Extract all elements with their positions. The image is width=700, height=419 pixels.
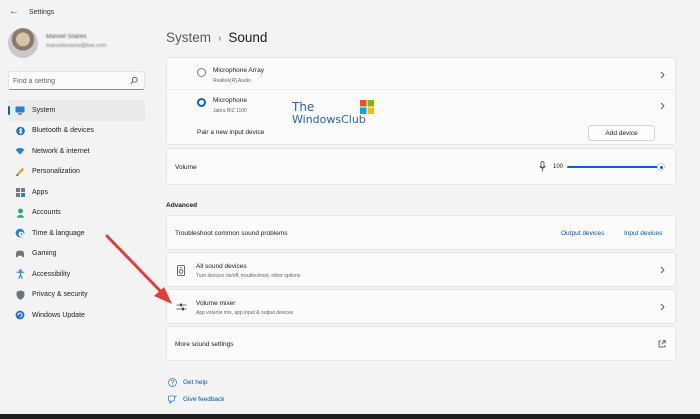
sidebar-item-label: Gaming bbox=[32, 250, 57, 258]
shield-icon bbox=[15, 290, 25, 300]
sidebar-item-time-language[interactable]: Time & language bbox=[8, 223, 145, 244]
row-title: More sound settings bbox=[175, 341, 234, 348]
chevron-right-icon bbox=[660, 102, 665, 110]
brush-icon bbox=[15, 167, 25, 177]
sidebar-item-label: Accounts bbox=[32, 209, 61, 217]
profile-email: manoelsoares@live.com bbox=[46, 43, 107, 49]
device-name: Microphone Array bbox=[213, 67, 264, 74]
troubleshoot-label: Troubleshoot common sound problems bbox=[175, 230, 288, 237]
more-sound-settings-row[interactable]: More sound settings bbox=[166, 326, 676, 361]
input-devices-card: Microphone Array Realtek(R) Audio Microp… bbox=[166, 57, 676, 145]
bluetooth-icon bbox=[15, 126, 25, 136]
external-link-icon bbox=[658, 340, 666, 348]
wifi-icon bbox=[15, 146, 25, 156]
back-arrow-icon[interactable]: ← bbox=[9, 6, 19, 17]
monitor-icon bbox=[15, 105, 25, 115]
radio-microphone[interactable] bbox=[197, 98, 206, 107]
sidebar-item-label: Accessibility bbox=[32, 270, 71, 278]
volume-label: Volume bbox=[175, 164, 197, 171]
breadcrumb-system[interactable]: System bbox=[166, 30, 211, 45]
input-device-row[interactable]: Microphone Jabra BIZ 1100 bbox=[167, 90, 675, 120]
output-devices-link[interactable]: Output devices bbox=[561, 230, 604, 237]
user-profile[interactable]: Manoel Soares manoelsoares@live.com bbox=[8, 25, 148, 61]
breadcrumb-current: Sound bbox=[228, 30, 268, 45]
sidebar-item-apps[interactable]: Apps bbox=[8, 182, 145, 203]
sidebar-item-accounts[interactable]: Accounts bbox=[8, 203, 145, 224]
device-name: Microphone bbox=[213, 97, 247, 104]
microphone-icon[interactable] bbox=[539, 161, 546, 172]
gamepad-icon bbox=[15, 249, 25, 259]
mixer-icon bbox=[176, 303, 187, 311]
taskbar-edge bbox=[0, 414, 700, 419]
volume-mixer-row[interactable]: Volume mixer App volume mix, app input &… bbox=[166, 289, 676, 324]
sidebar-item-gaming[interactable]: Gaming bbox=[8, 244, 145, 265]
globe-clock-icon bbox=[15, 228, 25, 238]
get-help-label: Get help bbox=[183, 379, 208, 386]
sidebar-item-network[interactable]: Network & internet bbox=[8, 141, 145, 162]
input-device-row[interactable]: Microphone Array Realtek(R) Audio bbox=[167, 58, 675, 89]
feedback-icon bbox=[168, 395, 177, 404]
sidebar-item-label: Bluetooth & devices bbox=[32, 127, 94, 135]
pair-device-label: Pair a new input device bbox=[197, 129, 265, 136]
windows-logo-icon bbox=[360, 100, 374, 114]
sidebar-item-label: Personalization bbox=[32, 168, 80, 176]
volume-card: Volume 100 bbox=[166, 148, 676, 185]
sidebar-item-label: Windows Update bbox=[32, 311, 85, 319]
sidebar-item-windows-update[interactable]: Windows Update bbox=[8, 305, 145, 326]
slider-thumb[interactable] bbox=[657, 163, 665, 171]
sidebar-nav: System Bluetooth & devices Network & int… bbox=[8, 100, 145, 326]
avatar bbox=[8, 28, 38, 58]
sidebar-item-label: Apps bbox=[32, 188, 48, 196]
add-device-button[interactable]: Add device bbox=[588, 125, 655, 141]
input-devices-link[interactable]: Input devices bbox=[624, 230, 662, 237]
get-help-link[interactable]: Get help bbox=[168, 378, 208, 387]
title-bar: ← Settings bbox=[0, 0, 700, 26]
section-heading: Advanced bbox=[166, 202, 198, 209]
watermark-line1: The bbox=[292, 100, 315, 114]
device-subtitle: Realtek(R) Audio bbox=[213, 78, 251, 84]
all-sound-devices-row[interactable]: All sound devices Turn devices on/off, t… bbox=[166, 252, 676, 287]
breadcrumb-separator-icon: › bbox=[218, 33, 222, 44]
row-title: All sound devices bbox=[196, 263, 247, 270]
slider-track bbox=[567, 166, 661, 168]
accessibility-icon bbox=[15, 269, 25, 280]
person-icon bbox=[15, 208, 25, 218]
update-icon bbox=[15, 310, 25, 320]
row-subtitle: Turn devices on/off, troubleshoot, other… bbox=[196, 273, 301, 279]
device-subtitle: Jabra BIZ 1100 bbox=[213, 108, 247, 114]
search-icon[interactable] bbox=[130, 76, 138, 85]
search-input[interactable] bbox=[13, 75, 128, 87]
watermark-line2: WindowsClub bbox=[292, 113, 366, 126]
profile-name: Manoel Soares bbox=[46, 34, 87, 40]
row-subtitle: App volume mix, app input & output devic… bbox=[196, 310, 294, 316]
volume-value: 100 bbox=[553, 164, 564, 170]
sidebar-item-personalization[interactable]: Personalization bbox=[8, 162, 145, 183]
sidebar-item-label: Privacy & security bbox=[32, 291, 88, 299]
speaker-device-icon bbox=[177, 265, 185, 276]
apps-icon bbox=[15, 187, 25, 197]
sidebar-item-label: System bbox=[32, 106, 56, 114]
watermark: The WindowsClub bbox=[290, 100, 380, 130]
help-icon bbox=[168, 378, 177, 387]
sidebar-item-privacy[interactable]: Privacy & security bbox=[8, 285, 145, 306]
troubleshoot-row: Troubleshoot common sound problems Outpu… bbox=[166, 215, 676, 250]
sidebar-item-label: Time & language bbox=[32, 229, 85, 237]
row-title: Volume mixer bbox=[196, 300, 236, 307]
chevron-right-icon bbox=[660, 266, 665, 274]
sidebar-item-label: Network & internet bbox=[32, 147, 90, 155]
search-box[interactable] bbox=[8, 71, 145, 90]
chevron-right-icon bbox=[660, 303, 665, 311]
sidebar-item-bluetooth[interactable]: Bluetooth & devices bbox=[8, 121, 145, 142]
radio-microphone-array[interactable] bbox=[197, 68, 206, 77]
give-feedback-label: Give feedback bbox=[183, 396, 225, 403]
chevron-right-icon bbox=[660, 71, 665, 79]
app-title: Settings bbox=[29, 9, 55, 16]
sidebar-item-system[interactable]: System bbox=[8, 100, 145, 121]
sidebar-item-accessibility[interactable]: Accessibility bbox=[8, 264, 145, 285]
page-title: System › Sound bbox=[166, 30, 267, 45]
give-feedback-link[interactable]: Give feedback bbox=[168, 395, 225, 404]
